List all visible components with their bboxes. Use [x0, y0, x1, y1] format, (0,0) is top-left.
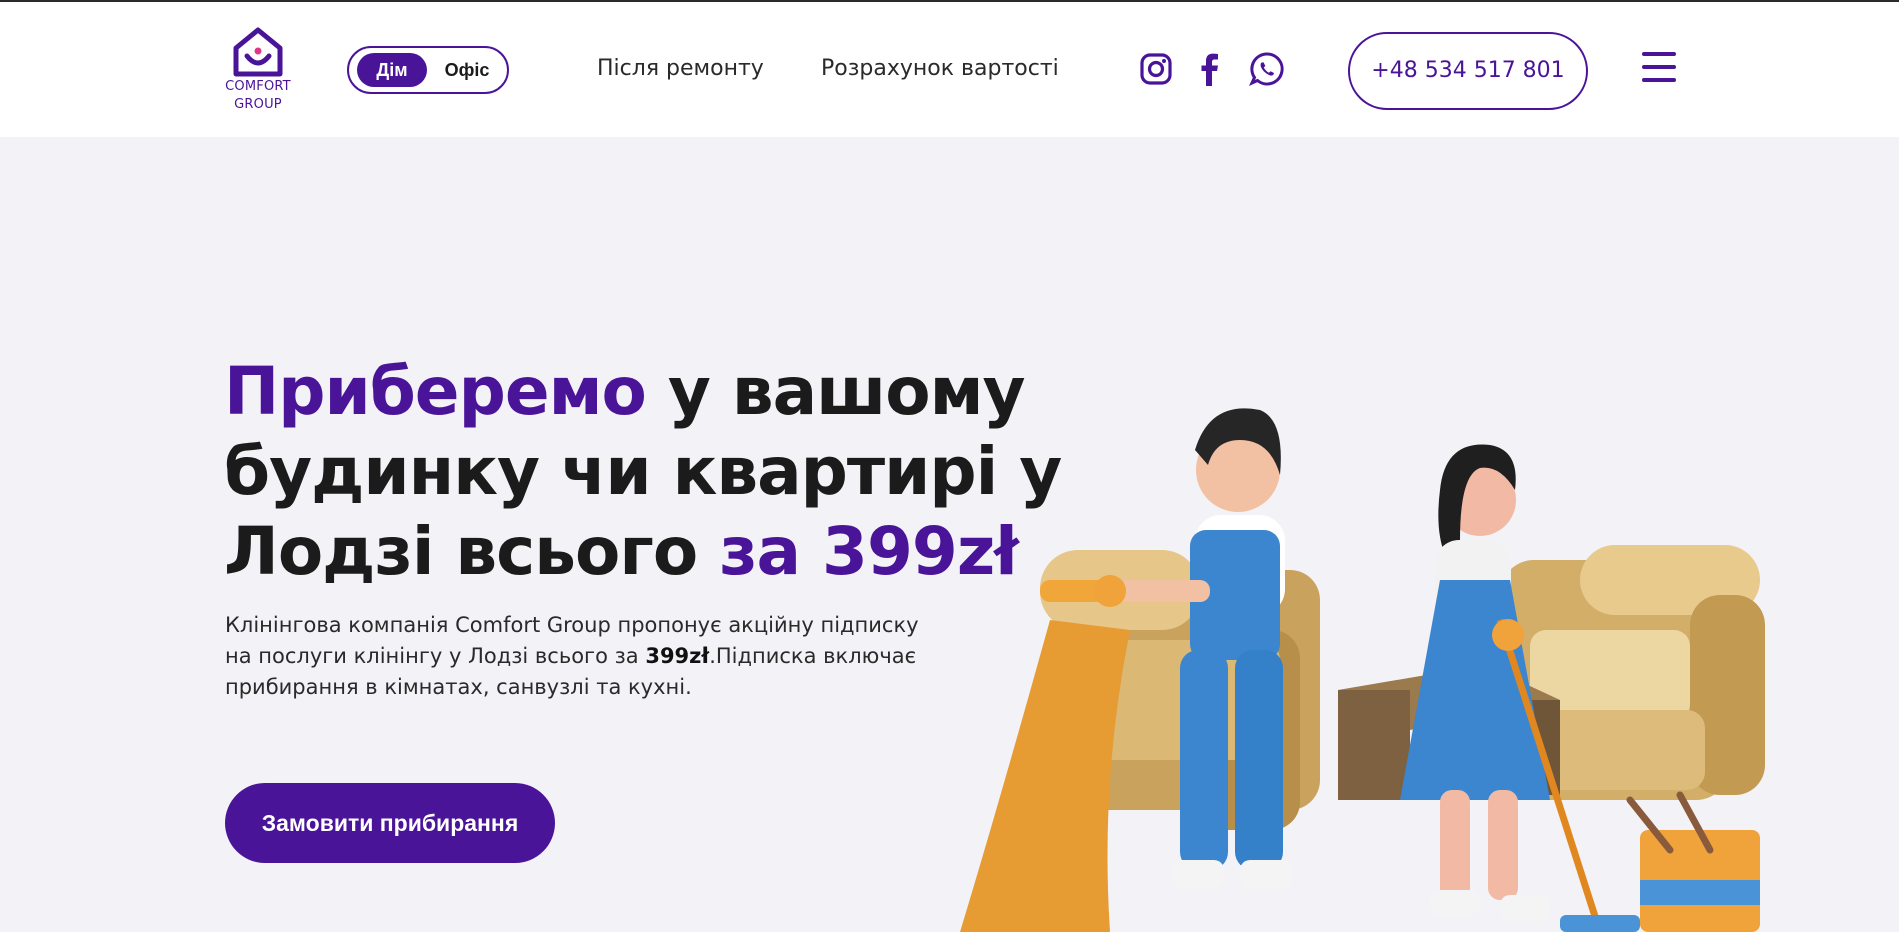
order-cleaning-button[interactable]: Замовити прибирання	[225, 783, 555, 863]
hero-title-accent: Приберемо	[224, 353, 647, 430]
whatsapp-icon[interactable]	[1248, 50, 1286, 88]
cleaners-illustration	[960, 408, 1765, 932]
nav-cost-calculation[interactable]: Розрахунок вартості	[821, 54, 1059, 84]
facebook-icon[interactable]	[1191, 50, 1229, 88]
hamburger-menu-icon[interactable]	[1642, 52, 1676, 84]
hero-description-price: 399zł	[645, 644, 710, 668]
toggle-home[interactable]: Дім	[357, 53, 427, 87]
instagram-icon[interactable]	[1137, 50, 1175, 88]
logo-line2: GROUP	[234, 97, 282, 112]
site-header: COMFORT GROUP Дім Офіс Після ремонту Роз…	[0, 2, 1899, 137]
toggle-office[interactable]: Офіс	[433, 53, 501, 87]
bucket-illustration	[1626, 791, 1760, 932]
home-office-toggle: Дім Офіс	[347, 46, 509, 94]
nav-after-renovation[interactable]: Після ремонту	[597, 54, 764, 84]
logo[interactable]: COMFORT GROUP	[220, 26, 296, 114]
logo-line1: COMFORT	[225, 79, 291, 94]
phone-button[interactable]: +48 534 517 801	[1348, 32, 1588, 110]
house-smile-logo-icon	[233, 27, 283, 77]
hero-description: Клінінгова компанія Comfort Group пропон…	[225, 610, 945, 703]
